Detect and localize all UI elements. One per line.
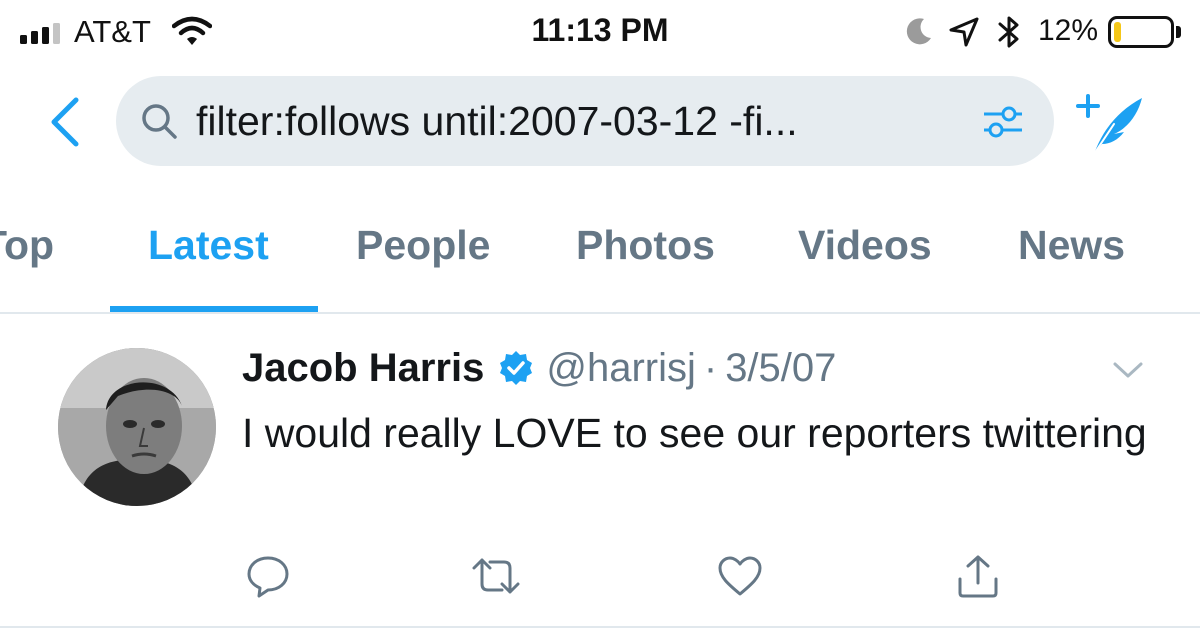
chevron-down-icon[interactable]	[1112, 360, 1144, 385]
tweet-header: Jacob Harris @harrisj · 3/5/07	[242, 342, 836, 394]
tweet-date[interactable]: 3/5/07	[725, 346, 836, 391]
like-icon[interactable]	[714, 552, 766, 600]
tweet-text: I would really LOVE to see our reporters…	[242, 410, 1147, 456]
search-icon	[140, 102, 178, 145]
tab-videos[interactable]: Videos	[798, 222, 932, 269]
battery-tip	[1176, 26, 1181, 38]
share-icon[interactable]	[952, 552, 1004, 600]
search-query[interactable]: filter:follows until:2007-03-12 -fi...	[196, 98, 798, 145]
tweet-divider	[0, 626, 1200, 628]
tab-people[interactable]: People	[356, 222, 490, 269]
location-icon	[948, 16, 980, 53]
tabs-divider	[0, 312, 1200, 314]
chevron-left-icon[interactable]	[48, 96, 82, 153]
tab-news[interactable]: News	[1018, 222, 1125, 269]
author-handle[interactable]: @harrisj	[546, 346, 696, 391]
tab-top[interactable]: Top	[0, 222, 54, 269]
avatar[interactable]	[58, 348, 216, 506]
battery-level	[1114, 22, 1122, 42]
search-field[interactable]: filter:follows until:2007-03-12 -fi...	[116, 76, 1054, 166]
compose-tweet-icon[interactable]	[1068, 88, 1148, 165]
tab-photos[interactable]: Photos	[576, 222, 715, 269]
battery-icon	[1108, 16, 1174, 48]
retweet-icon[interactable]	[470, 552, 522, 600]
battery-percentage: 12%	[1038, 14, 1099, 47]
status-bar: AT&T 11:13 PM 12%	[0, 0, 1200, 62]
tab-latest[interactable]: Latest	[148, 222, 269, 269]
separator-dot: ·	[703, 345, 718, 390]
sliders-icon[interactable]	[982, 102, 1024, 147]
verified-badge-icon	[498, 350, 534, 386]
search-tabs: Top Latest People Photos Videos News	[0, 222, 1200, 312]
author-name[interactable]: Jacob Harris	[242, 346, 484, 391]
bluetooth-icon	[996, 14, 1022, 55]
reply-icon[interactable]	[242, 552, 294, 600]
moon-icon	[904, 16, 934, 51]
